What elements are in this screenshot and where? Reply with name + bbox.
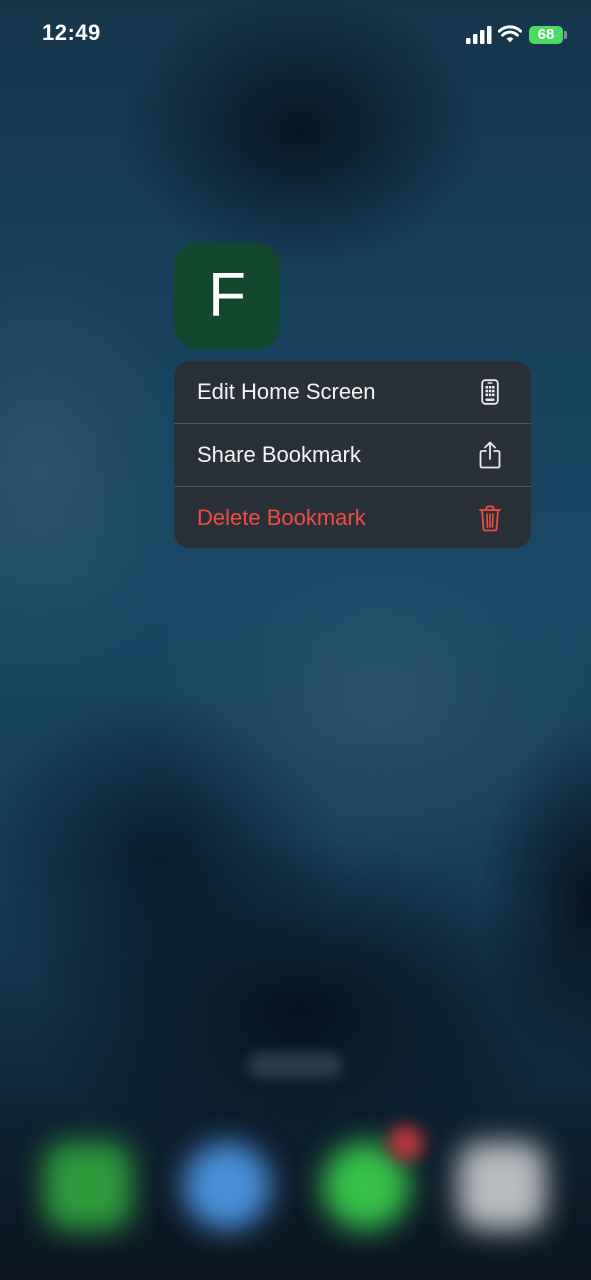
trash-icon	[477, 503, 503, 533]
phone-grid-icon	[477, 377, 503, 407]
share-icon	[477, 440, 503, 470]
menu-item-edit-home-screen[interactable]: Edit Home Screen	[174, 361, 531, 423]
menu-item-delete-bookmark[interactable]: Delete Bookmark	[174, 486, 531, 548]
menu-item-label: Share Bookmark	[197, 442, 361, 467]
page-indicator[interactable]	[248, 1052, 342, 1078]
app-icon-letter: F	[208, 261, 246, 330]
context-menu: Edit Home Screen Share Bookmark Delete B…	[174, 361, 531, 548]
bookmark-app-icon[interactable]: F	[174, 243, 280, 349]
menu-item-share-bookmark[interactable]: Share Bookmark	[174, 423, 531, 486]
menu-item-label: Delete Bookmark	[197, 505, 366, 530]
safari-app-icon[interactable]	[183, 1142, 271, 1230]
home-screen: 12:49 68 F Edit Home Screen Share Bookma…	[0, 0, 591, 1280]
battery-charging-icon: 68	[529, 26, 563, 44]
wifi-icon	[498, 25, 522, 43]
notification-badge	[388, 1125, 424, 1161]
status-time: 12:49	[42, 20, 101, 45]
phone-app-icon[interactable]	[44, 1142, 132, 1230]
battery-level: 68	[537, 26, 555, 43]
battery-cap	[564, 31, 567, 39]
camera-app-icon[interactable]	[458, 1142, 546, 1230]
status-bar: 12:49 68	[0, 0, 591, 70]
menu-item-label: Edit Home Screen	[197, 379, 376, 404]
cellular-signal-icon	[466, 26, 492, 44]
